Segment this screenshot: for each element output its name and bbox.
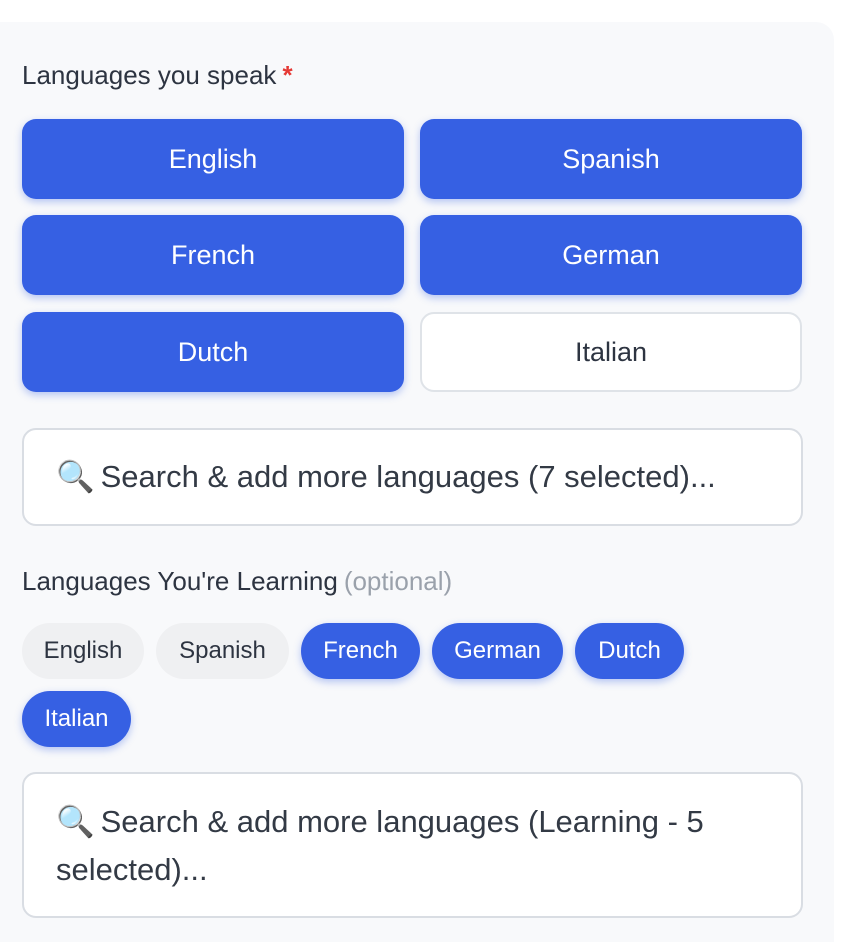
speak-search-input[interactable]: 🔍 Search & add more languages (7 selected… [22,428,803,526]
speak-section-label: Languages you speak * [22,60,293,91]
learning-search-input[interactable]: 🔍 Search & add more languages (Learning -… [22,772,803,918]
speak-option-english[interactable]: English [22,119,404,199]
learning-label-text: Languages You're Learning [22,566,338,596]
speak-search-text: Search & add more languages (7 selected)… [100,459,716,494]
required-marker: * [282,60,293,90]
learning-search-text: Search & add more languages (Learning - … [56,804,704,887]
optional-text: (optional) [343,566,453,596]
speak-option-german[interactable]: German [420,215,802,295]
learning-chip-french[interactable]: French [301,623,420,679]
learning-chip-italian[interactable]: Italian [22,691,131,747]
magnifier-icon: 🔍 [56,804,95,839]
learning-chip-german[interactable]: German [432,623,563,679]
learning-chip-dutch[interactable]: Dutch [575,623,684,679]
speak-label-text: Languages you speak [22,60,277,90]
learning-section-label: Languages You're Learning (optional) [22,566,452,597]
learning-chip-english[interactable]: English [22,623,144,679]
speak-option-dutch[interactable]: Dutch [22,312,404,392]
speak-option-french[interactable]: French [22,215,404,295]
magnifier-icon: 🔍 [56,459,95,494]
learning-chip-spanish[interactable]: Spanish [156,623,289,679]
speak-option-spanish[interactable]: Spanish [420,119,802,199]
speak-option-italian[interactable]: Italian [420,312,802,392]
learning-search-content: 🔍 Search & add more languages (Learning -… [56,798,769,894]
